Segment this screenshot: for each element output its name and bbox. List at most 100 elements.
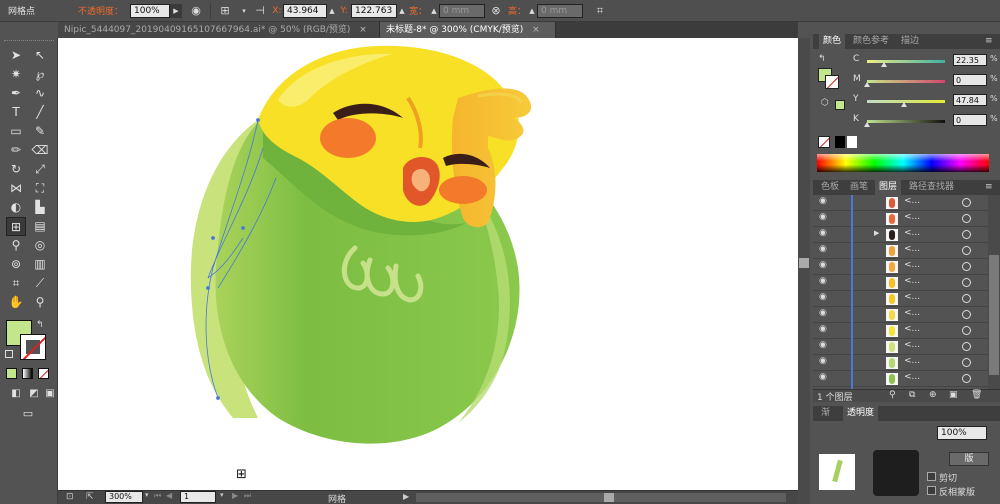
width-input[interactable]: 0 mm [439, 3, 485, 18]
tab-color-guide[interactable]: 颜色参考 [849, 34, 893, 49]
slider-thumb[interactable] [881, 62, 888, 67]
zoom-input[interactable]: 300% [105, 491, 143, 503]
locate-object-icon[interactable]: ⚲ [889, 390, 896, 400]
panel-menu-icon[interactable]: ≡ [985, 36, 993, 46]
vertical-scrollbar[interactable] [798, 38, 810, 504]
slider-thumb[interactable] [901, 102, 908, 107]
layers-scroll-thumb[interactable] [989, 255, 999, 375]
x-input[interactable]: 43.964 [283, 3, 327, 18]
pen-tool-icon[interactable]: ✒ [6, 84, 26, 103]
layer-name[interactable]: <... [904, 276, 920, 286]
draw-normal-icon[interactable]: ◧ [6, 384, 26, 403]
symbol-sprayer-tool-icon[interactable]: ⊚ [6, 255, 26, 274]
layer-name[interactable]: <... [904, 260, 920, 270]
layer-name[interactable]: <... [904, 244, 920, 254]
visibility-eye-icon[interactable]: ◉ [819, 292, 827, 302]
constrain-link-icon[interactable]: ⊗ [485, 4, 507, 17]
visibility-eye-icon[interactable]: ◉ [819, 340, 827, 350]
mesh-tool-icon[interactable]: ⊞ [6, 217, 26, 236]
visibility-eye-icon[interactable]: ◉ [819, 244, 827, 254]
out-of-gamut-icon[interactable]: ⬡ [821, 98, 829, 108]
isolate-icon[interactable]: ⌗ [583, 4, 617, 18]
align-icon[interactable]: ⊣ [249, 4, 271, 17]
close-icon[interactable]: × [359, 25, 367, 35]
rectangle-tool-icon[interactable]: ▭ [6, 122, 26, 141]
target-circle-icon[interactable] [962, 294, 971, 303]
zoom-dropdown-icon[interactable]: ▾ [145, 491, 149, 499]
layer-row[interactable]: ◉ <... [813, 323, 988, 339]
direct-selection-tool-icon[interactable]: ↖ [30, 46, 50, 65]
eyedropper-tool-icon[interactable]: ⚲ [6, 236, 26, 255]
target-circle-icon[interactable] [962, 342, 971, 351]
black-slider[interactable]: K 0 % [853, 114, 998, 128]
page-dropdown-icon[interactable]: ▾ [220, 491, 224, 499]
color-spectrum-bar[interactable] [817, 154, 989, 172]
invert-mask-checkbox[interactable] [927, 486, 936, 495]
first-page-icon[interactable]: ⏮ [154, 491, 161, 501]
cyan-value-input[interactable]: 22.35 [953, 54, 987, 66]
opacity-input[interactable]: 100% [937, 426, 987, 440]
tab-nipic-document[interactable]: Nipic_5444097_20190409165107667964.ai* @… [58, 22, 380, 38]
visibility-eye-icon[interactable]: ◉ [819, 324, 827, 334]
scale-tool-icon[interactable]: ⤢ [30, 160, 50, 179]
layer-row[interactable]: ◉ <... [813, 307, 988, 323]
magic-wand-tool-icon[interactable]: ✷ [6, 65, 26, 84]
target-circle-icon[interactable] [962, 214, 971, 223]
layer-name[interactable]: <... [904, 228, 920, 238]
curvature-tool-icon[interactable]: ∿ [30, 84, 50, 103]
clip-checkbox[interactable] [927, 472, 936, 481]
layer-row[interactable]: ◉ <... [813, 371, 988, 387]
target-circle-icon[interactable] [962, 230, 971, 239]
height-stepper-icon[interactable]: ▲ [527, 7, 537, 15]
new-sublayer-icon[interactable]: ⊕ [929, 390, 937, 400]
delete-layer-icon[interactable]: 🗑 [971, 390, 982, 400]
close-icon[interactable]: × [532, 25, 540, 35]
visibility-eye-icon[interactable]: ◉ [819, 196, 827, 206]
none-color-swatch[interactable] [818, 136, 830, 148]
stroke-swatch[interactable] [20, 334, 46, 360]
target-circle-icon[interactable] [962, 326, 971, 335]
next-page-icon[interactable]: ▶ [232, 491, 238, 500]
artboard-tool-icon[interactable]: ⌗ [6, 274, 26, 293]
shape-builder-tool-icon[interactable]: ◐ [6, 198, 26, 217]
cyan-slider[interactable]: C 22.35 % [853, 54, 998, 68]
visibility-eye-icon[interactable]: ◉ [819, 276, 827, 286]
expand-arrow-icon[interactable]: ▶ [874, 229, 879, 237]
width-tool-icon[interactable]: ⋈ [6, 179, 26, 198]
artboard-canvas[interactable]: ⊞ [58, 38, 798, 490]
white-swatch[interactable] [847, 136, 857, 148]
horizontal-scrollbar[interactable] [416, 493, 786, 502]
layer-name[interactable]: <... [904, 308, 920, 318]
target-circle-icon[interactable] [962, 278, 971, 287]
transparency-thumbnail[interactable] [819, 454, 855, 490]
artwork[interactable]: ⊞ [58, 38, 798, 490]
selection-tool-icon[interactable]: ➤ [6, 46, 26, 65]
last-page-icon[interactable]: ⏭ [244, 491, 251, 501]
width-stepper-icon[interactable]: ▲ [429, 7, 439, 15]
yellow-slider[interactable]: Y 47.84 % [853, 94, 998, 108]
draw-inside-icon[interactable]: ▣ [40, 384, 60, 403]
layer-row[interactable]: ◉ <... [813, 195, 988, 211]
column-graph-tool-icon[interactable]: ▥ [30, 255, 50, 274]
screen-mode-icon[interactable]: ▭ [18, 404, 38, 423]
rotate-tool-icon[interactable]: ↻ [6, 160, 26, 179]
recolor-globe-icon[interactable]: ◉ [182, 4, 210, 17]
swap-fill-stroke-icon[interactable]: ↰ [36, 320, 44, 330]
eraser-tool-icon[interactable]: ⌫ [30, 141, 50, 160]
free-transform-tool-icon[interactable]: ⛶ [30, 179, 50, 198]
gamut-swatch[interactable] [835, 100, 845, 110]
target-circle-icon[interactable] [962, 374, 971, 383]
height-input[interactable]: 0 mm [537, 3, 583, 18]
target-circle-icon[interactable] [962, 358, 971, 367]
visibility-eye-icon[interactable]: ◉ [819, 372, 827, 382]
opacity-input[interactable]: 100% [130, 3, 170, 18]
layer-row[interactable]: ◉ ▶ <... [813, 227, 988, 243]
layers-scrollbar[interactable] [988, 195, 1000, 389]
tab-stroke[interactable]: 描边 [897, 34, 923, 49]
visibility-eye-icon[interactable]: ◉ [819, 308, 827, 318]
magenta-slider[interactable]: M 0 % [853, 74, 998, 88]
layer-name[interactable]: <... [904, 292, 920, 302]
color-mode-icon[interactable] [6, 368, 17, 379]
gradient-tool-icon[interactable]: ▤ [30, 217, 50, 236]
y-stepper-icon[interactable]: ▲ [397, 7, 407, 15]
